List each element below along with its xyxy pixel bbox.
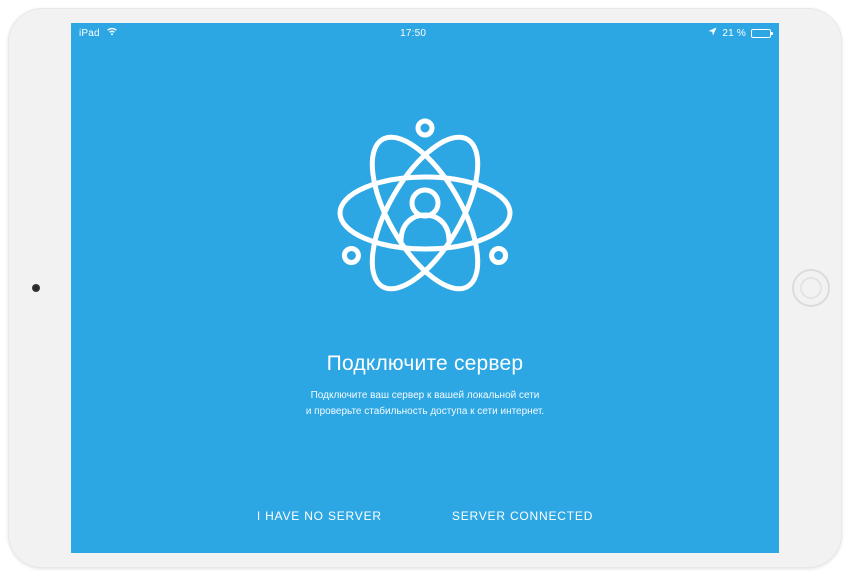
- location-icon: [708, 27, 717, 39]
- screen: iPad 17:50 21 %: [71, 23, 779, 553]
- wifi-icon: [106, 27, 118, 39]
- page-title: Подключите сервер: [327, 352, 524, 376]
- ipad-frame: iPad 17:50 21 %: [8, 8, 842, 568]
- subtitle-line-2: и проверьте стабильность доступа к сети …: [306, 404, 544, 420]
- camera-dot: [32, 284, 40, 292]
- status-bar-time: 17:50: [400, 28, 426, 39]
- home-button[interactable]: [792, 269, 830, 307]
- status-bar: iPad 17:50 21 %: [71, 23, 779, 41]
- server-connected-button[interactable]: SERVER CONNECTED: [452, 509, 593, 523]
- main-content: Подключите сервер Подключите ваш сервер …: [71, 41, 779, 499]
- subtitle-line-1: Подключите ваш сервер к вашей локальной …: [306, 388, 544, 404]
- page-subtitle: Подключите ваш сервер к вашей локальной …: [306, 388, 544, 419]
- battery-text: 21 %: [722, 28, 746, 39]
- atom-user-icon: [325, 113, 525, 318]
- no-server-button[interactable]: I HAVE NO SERVER: [257, 509, 382, 523]
- home-button-ring: [800, 277, 822, 299]
- battery-icon: [751, 29, 771, 38]
- status-bar-right: 21 %: [708, 27, 771, 39]
- footer-actions: I HAVE NO SERVER SERVER CONNECTED: [71, 499, 779, 553]
- device-label: iPad: [79, 28, 100, 39]
- status-bar-left: iPad: [79, 27, 118, 39]
